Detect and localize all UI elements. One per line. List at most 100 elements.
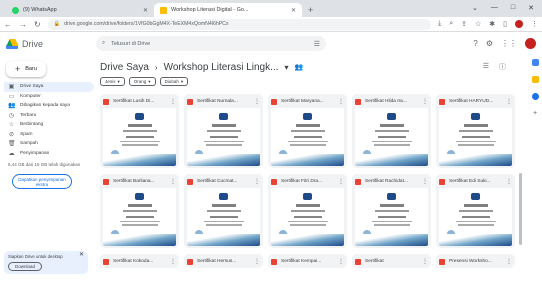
profile-avatar[interactable] xyxy=(515,20,523,28)
more-options-icon[interactable]: ⋮ xyxy=(338,258,344,265)
file-name: Sertifikat Fitri Dra... xyxy=(281,179,323,184)
keep-icon[interactable] xyxy=(531,76,539,83)
file-thumbnail xyxy=(439,108,512,166)
file-card[interactable]: Sertifikat Hersus... ⋮ xyxy=(184,254,263,268)
pdf-icon xyxy=(187,178,193,185)
back-icon[interactable]: ← xyxy=(4,20,12,29)
close-icon[interactable]: ✕ xyxy=(79,252,84,258)
file-thumbnail xyxy=(271,188,344,246)
file-thumbnail xyxy=(355,188,428,246)
sidebar-item[interactable]: 👥 Dibagikan kepada saya xyxy=(4,101,94,111)
sidebar-item[interactable]: 🗑 Sampah xyxy=(4,139,94,149)
sidebar-item[interactable]: ☁ Penyimpanan xyxy=(4,149,94,159)
file-card[interactable]: Sertifikat Nurnala... ⋮ xyxy=(184,94,263,168)
search-options-icon[interactable]: ☰ xyxy=(314,40,320,48)
file-card[interactable]: Presensi Worksho... ⋮ xyxy=(436,254,515,268)
settings-icon[interactable]: ⚙ xyxy=(486,39,493,48)
file-card[interactable]: Sertifikat Kokoda... ⋮ xyxy=(100,254,179,268)
more-options-icon[interactable]: ⋮ xyxy=(254,178,260,185)
menu-icon[interactable]: ⋮ xyxy=(531,20,538,28)
tab-search-icon[interactable]: ⌄ xyxy=(472,4,478,12)
more-options-icon[interactable]: ⋮ xyxy=(170,178,176,185)
more-options-icon[interactable]: ⋮ xyxy=(254,98,260,105)
more-options-icon[interactable]: ⋮ xyxy=(506,258,512,265)
new-button[interactable]: + Baru xyxy=(6,61,46,77)
tab-title: (9) WhatsApp xyxy=(23,7,57,13)
more-options-icon[interactable]: ⋮ xyxy=(338,98,344,105)
more-options-icon[interactable]: ⋮ xyxy=(506,178,512,185)
pdf-icon xyxy=(271,178,277,185)
filter-chip[interactable]: Diubah ▾ xyxy=(159,77,189,86)
more-options-icon[interactable]: ⋮ xyxy=(338,178,344,185)
forward-icon[interactable]: → xyxy=(19,20,27,29)
account-avatar[interactable] xyxy=(525,38,536,49)
file-card[interactable]: Sertifikat HARYUD... ⋮ xyxy=(436,94,515,168)
sidebar-item[interactable]: ▣ Drive Saya xyxy=(4,82,94,92)
file-card[interactable]: Sertifikat Rachidat... ⋮ xyxy=(352,174,431,248)
file-title-bar: Sertifikat Nurnala... ⋮ xyxy=(187,97,260,106)
more-options-icon[interactable]: ⋮ xyxy=(170,98,176,105)
tab-drive[interactable]: Workshop Literasi Digital - Go... ✕ xyxy=(154,3,302,17)
scrollbar[interactable] xyxy=(519,173,522,245)
sidebar-item[interactable]: ☆ Berbintang xyxy=(4,120,94,130)
reload-icon[interactable]: ↻ xyxy=(34,20,41,29)
file-card[interactable]: Sertifikat ⋮ xyxy=(352,254,431,268)
file-card[interactable]: Sertifikat Barliana... ⋮ xyxy=(100,174,179,248)
zoom-icon[interactable]: ⌕ xyxy=(449,20,453,28)
search-input[interactable]: ⌕ Telusuri di Drive ☰ xyxy=(96,36,326,51)
file-card[interactable]: Sertifikat Lusih Di... ⋮ xyxy=(100,94,179,168)
file-card[interactable]: Sertifikat Hilda Ira... ⋮ xyxy=(352,94,431,168)
close-window-icon[interactable]: ✕ xyxy=(528,4,534,12)
emblem-icon xyxy=(303,113,312,120)
file-card[interactable]: Sertifikat Edi Suki... ⋮ xyxy=(436,174,515,248)
tab-whatsapp[interactable]: (9) WhatsApp ✕ xyxy=(6,3,154,17)
people-icon[interactable]: 👥 xyxy=(294,63,303,71)
calendar-icon[interactable] xyxy=(531,59,539,66)
file-title-bar: Sertifikat Kempai... ⋮ xyxy=(271,257,344,266)
sidebar-item[interactable]: ⊘ Spam xyxy=(4,130,94,140)
sidebar-item[interactable]: ▭ Komputer xyxy=(4,92,94,102)
add-addon-icon[interactable]: + xyxy=(533,110,537,117)
download-button[interactable]: Download xyxy=(8,262,43,271)
minimize-icon[interactable]: — xyxy=(491,4,498,12)
download-icon[interactable]: ⤓ xyxy=(438,20,441,28)
file-card[interactable]: Sertifikat Maryana... ⋮ xyxy=(268,94,347,168)
drive-logo[interactable]: Drive xyxy=(6,38,90,49)
file-title-bar: Sertifikat Edi Suki... ⋮ xyxy=(439,177,512,186)
file-card[interactable]: Sertifikat Cucmat... ⋮ xyxy=(184,174,263,248)
sidepanel-icon[interactable]: ▯ xyxy=(503,20,507,28)
file-card[interactable]: Sertifikat Kempai... ⋮ xyxy=(268,254,347,268)
new-tab-button[interactable]: + xyxy=(308,5,313,15)
tasks-icon[interactable] xyxy=(531,93,539,100)
filter-chip[interactable]: Jenis ▾ xyxy=(100,77,125,86)
share-icon[interactable]: ⇪ xyxy=(461,20,467,28)
breadcrumb-root[interactable]: Drive Saya xyxy=(100,62,149,73)
more-options-icon[interactable]: ⋮ xyxy=(254,258,260,265)
more-options-icon[interactable]: ⋮ xyxy=(422,178,428,185)
help-icon[interactable]: ? xyxy=(473,39,477,48)
sidebar-item[interactable]: ◷ Terbaru xyxy=(4,111,94,121)
emblem-icon xyxy=(471,193,480,200)
url-field[interactable]: 🔒 drive.google.com/drive/folders/1VfG0bG… xyxy=(47,18,432,30)
more-options-icon[interactable]: ⋮ xyxy=(506,98,512,105)
chevron-down-icon[interactable]: ▾ xyxy=(284,63,288,72)
breadcrumb-folder[interactable]: Workshop Literasi Lingk... xyxy=(164,62,279,73)
close-tab-icon[interactable]: ✕ xyxy=(291,7,296,14)
bookmark-star-icon[interactable]: ☆ xyxy=(475,20,481,28)
list-view-icon[interactable]: ☰ xyxy=(483,62,489,72)
file-card[interactable]: Sertifikat Fitri Dra... ⋮ xyxy=(268,174,347,248)
info-icon[interactable]: ⓘ xyxy=(499,62,506,72)
file-name: Sertifikat Maryana... xyxy=(281,99,324,104)
more-options-icon[interactable]: ⋮ xyxy=(422,258,428,265)
close-tab-icon[interactable]: ✕ xyxy=(143,7,148,14)
toast-text: Siapkan Drive untuk desktop xyxy=(8,254,63,259)
more-options-icon[interactable]: ⋮ xyxy=(422,98,428,105)
filter-chip[interactable]: Orang ▾ xyxy=(128,77,156,86)
maximize-icon[interactable]: □ xyxy=(511,4,515,12)
more-options-icon[interactable]: ⋮ xyxy=(170,258,176,265)
extension-icon[interactable]: ✱ xyxy=(489,20,495,28)
side-panel-rail: + xyxy=(528,55,542,284)
apps-grid-icon[interactable]: ⋮⋮ xyxy=(501,39,517,48)
get-storage-button[interactable]: Dapatkan penyimpanan ekstra xyxy=(12,174,72,189)
star-icon: ☆ xyxy=(8,122,15,129)
